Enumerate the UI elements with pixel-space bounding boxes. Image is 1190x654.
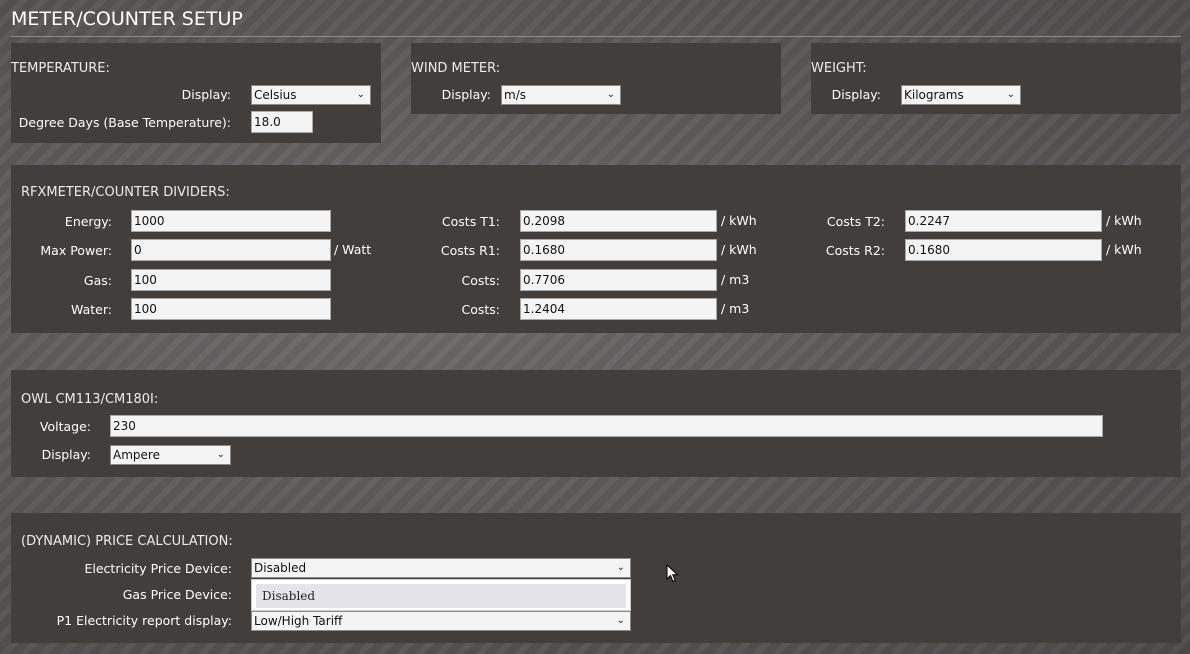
costs-t1-label: Costs T1:: [441, 214, 500, 229]
owl-display-select[interactable]: Ampere ⌄: [110, 445, 231, 465]
costs-r1-label: Costs R1:: [440, 243, 500, 258]
owl-panel: OWL CM113/CM180I: Voltage: 230 Display: …: [11, 370, 1181, 477]
weight-display-select[interactable]: Kilograms ⌄: [901, 85, 1021, 105]
gas-price-device-label: Gas Price Device:: [122, 587, 232, 602]
chevron-down-icon: ⌄: [1006, 89, 1015, 100]
p1-report-display-value: Low/High Tariff: [254, 614, 343, 628]
gas-label: Gas:: [83, 273, 112, 288]
wind-display-select[interactable]: m/s ⌄: [501, 85, 621, 105]
costs-r2-label: Costs R2:: [825, 243, 885, 258]
temperature-display-select[interactable]: Celsius ⌄: [251, 85, 371, 105]
max-power-label: Max Power:: [40, 243, 112, 258]
max-power-unit: / Watt: [334, 242, 372, 257]
costs-t2-input[interactable]: 0.2247: [905, 210, 1102, 232]
chevron-down-icon: ⌄: [356, 89, 365, 100]
wind-section-title: WIND METER:: [411, 61, 501, 76]
dropdown-option-disabled[interactable]: Disabled: [256, 584, 626, 608]
costs-t1-input[interactable]: 0.2098: [520, 210, 717, 232]
chevron-down-icon: ⌄: [606, 89, 615, 100]
costs-water-unit: / m3: [721, 301, 750, 316]
gas-price-device-dropdown: Disabled: [251, 579, 631, 611]
costs-r2-unit: / kWh: [1106, 242, 1142, 257]
weight-display-label: Display:: [831, 87, 881, 102]
p1-report-display-select[interactable]: Low/High Tariff ⌄: [251, 611, 631, 631]
costs-water-input[interactable]: 1.2404: [520, 298, 717, 320]
mouse-pointer-icon: [666, 564, 679, 583]
rfx-section-title: RFXMETER/COUNTER DIVIDERS:: [21, 185, 230, 200]
energy-input[interactable]: 1000: [131, 210, 331, 232]
weight-display-value: Kilograms: [904, 88, 964, 102]
costs-gas-input[interactable]: 0.7706: [520, 269, 717, 291]
electricity-price-device-value: Disabled: [254, 561, 307, 575]
costs-gas-label: Costs:: [461, 273, 500, 288]
costs-water-label: Costs:: [461, 302, 500, 317]
degree-days-input[interactable]: 18.0: [251, 111, 313, 133]
temperature-section-title: TEMPERATURE:: [11, 61, 110, 76]
wind-meter-panel: WIND METER: Display: m/s ⌄: [411, 43, 781, 114]
electricity-price-device-select[interactable]: Disabled ⌄: [251, 558, 631, 578]
water-label: Water:: [71, 302, 112, 317]
costs-r2-input[interactable]: 0.1680: [905, 239, 1102, 261]
costs-r1-unit: / kWh: [721, 242, 757, 257]
rfxmeter-panel: RFXMETER/COUNTER DIVIDERS: Energy: 1000 …: [11, 165, 1181, 333]
voltage-label: Voltage:: [39, 419, 91, 434]
p1-report-display-label: P1 Electricity report display:: [56, 613, 232, 628]
owl-display-value: Ampere: [113, 448, 160, 462]
voltage-input[interactable]: 230: [110, 415, 1103, 437]
wind-display-value: m/s: [504, 88, 526, 102]
temperature-display-value: Celsius: [254, 88, 297, 102]
costs-r1-input[interactable]: 0.1680: [520, 239, 717, 261]
owl-section-title: OWL CM113/CM180I:: [21, 392, 159, 407]
price-calculation-panel: (DYNAMIC) PRICE CALCULATION: Electricity…: [11, 513, 1181, 643]
page-title: METER/COUNTER SETUP: [11, 8, 243, 30]
max-power-input[interactable]: 0: [131, 239, 331, 261]
owl-display-label: Display:: [41, 447, 91, 462]
wind-display-label: Display:: [441, 87, 491, 102]
title-divider: [11, 36, 1181, 37]
degree-days-label: Degree Days (Base Temperature):: [18, 115, 231, 130]
chevron-down-icon: ⌄: [616, 562, 625, 573]
weight-section-title: WEIGHT:: [811, 61, 867, 76]
weight-panel: WEIGHT: Display: Kilograms ⌄: [811, 43, 1181, 114]
price-section-title: (DYNAMIC) PRICE CALCULATION:: [21, 534, 233, 549]
costs-t2-unit: / kWh: [1106, 213, 1142, 228]
water-input[interactable]: 100: [131, 298, 331, 320]
gas-input[interactable]: 100: [131, 269, 331, 291]
energy-label: Energy:: [64, 214, 112, 229]
costs-t2-label: Costs T2:: [826, 214, 885, 229]
chevron-down-icon: ⌄: [216, 449, 225, 460]
electricity-price-device-label: Electricity Price Device:: [84, 561, 233, 576]
costs-t1-unit: / kWh: [721, 213, 757, 228]
chevron-down-icon: ⌄: [616, 615, 625, 626]
temperature-display-label: Display:: [181, 87, 231, 102]
temperature-panel: TEMPERATURE: Display: Celsius ⌄ Degree D…: [11, 43, 381, 143]
costs-gas-unit: / m3: [721, 272, 750, 287]
